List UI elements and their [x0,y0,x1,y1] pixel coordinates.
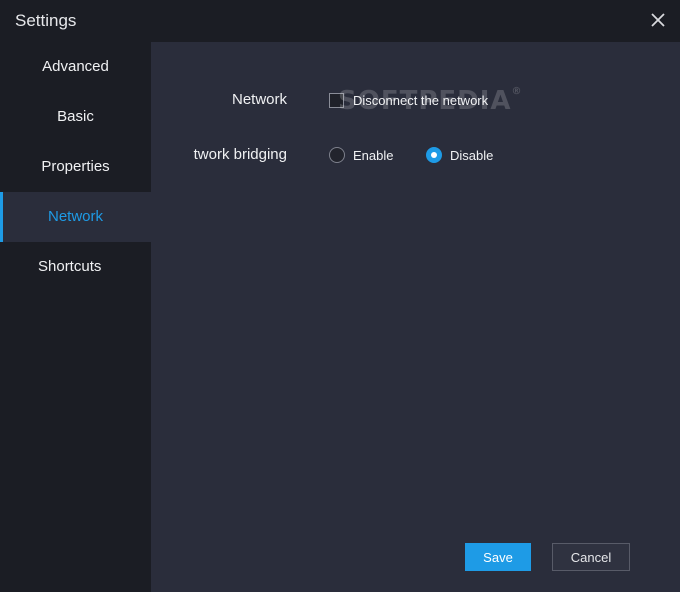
sidebar-item-basic[interactable]: Basic [0,92,151,142]
disconnect-network-label[interactable]: Disconnect the network [353,93,488,108]
sidebar-item-advanced[interactable]: Advanced [0,42,151,92]
sidebar: Advanced Basic Properties Network Shortc… [0,42,151,592]
window-title: Settings [15,11,77,30]
sidebar-item-label: Shortcuts [38,258,102,275]
bridging-disable-radio[interactable] [426,147,442,163]
close-icon [651,13,665,27]
cancel-button[interactable]: Cancel [552,543,630,571]
sidebar-item-label: Basic [57,108,94,125]
sidebar-item-label: Properties [41,158,110,175]
bridging-disable-label[interactable]: Disable [450,148,493,163]
settings-window: Settings Advanced Basic Properties Netwo… [0,0,680,592]
network-label: Network [231,91,287,108]
network-bridging-label: twork bridging [193,146,287,163]
close-button[interactable] [648,10,668,30]
sidebar-item-shortcuts[interactable]: Shortcuts [0,242,151,292]
save-button[interactable]: Save [465,543,531,571]
title-bar: Settings [0,0,680,42]
sidebar-item-network[interactable]: Network [0,192,151,242]
sidebar-item-label: Advanced [42,58,109,75]
bridging-enable-radio[interactable] [329,147,345,163]
network-settings-panel [151,42,680,592]
bridging-enable-label[interactable]: Enable [353,148,393,163]
sidebar-item-label: Network [47,208,103,225]
disconnect-network-checkbox[interactable] [329,93,344,108]
sidebar-item-properties[interactable]: Properties [0,142,151,192]
